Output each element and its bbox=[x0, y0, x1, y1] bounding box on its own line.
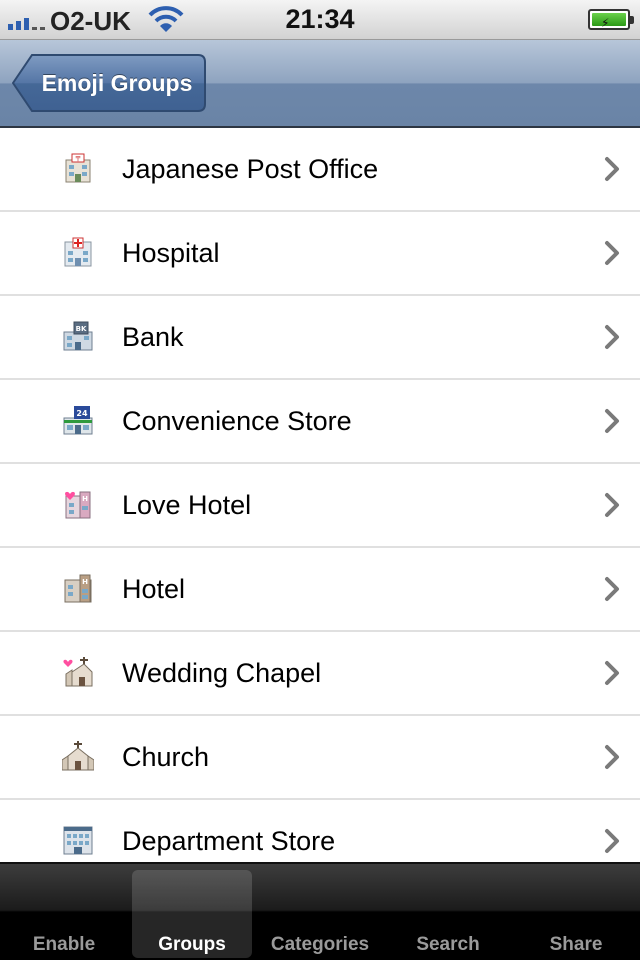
chevron-right-icon bbox=[605, 661, 619, 685]
tab-label: Share bbox=[549, 934, 603, 955]
tab-share[interactable]: Share bbox=[512, 864, 640, 960]
convenience-store-icon: 24 bbox=[63, 406, 93, 435]
list-item[interactable]: Wedding Chapel bbox=[0, 632, 640, 716]
svg-text:H: H bbox=[82, 495, 88, 503]
tab-label: Enable bbox=[32, 934, 96, 955]
tab-enable[interactable]: Enable bbox=[0, 864, 128, 960]
battery-icon: ⚡ bbox=[588, 9, 634, 30]
emoji-group-list: 〒 Japanese Post Office Hospital BK Bank bbox=[0, 128, 640, 862]
chevron-right-icon bbox=[605, 577, 619, 601]
wedding-chapel-icon bbox=[63, 657, 93, 687]
list-item[interactable]: H Love Hotel bbox=[0, 464, 640, 548]
chevron-right-icon bbox=[605, 157, 619, 181]
tab-search[interactable]: Search bbox=[384, 864, 512, 960]
svg-text:H: H bbox=[82, 578, 88, 586]
list-item[interactable]: Church bbox=[0, 716, 640, 800]
list-item[interactable]: Department Store bbox=[0, 800, 640, 862]
list-item[interactable]: Hospital bbox=[0, 212, 640, 296]
tab-bar: Enable Groups Categories Search Share bbox=[0, 862, 640, 960]
chevron-right-icon bbox=[605, 325, 619, 349]
svg-text:24: 24 bbox=[76, 409, 88, 418]
chevron-right-icon bbox=[605, 829, 619, 853]
list-item[interactable]: H Hotel bbox=[0, 548, 640, 632]
list-item[interactable]: 〒 Japanese Post Office bbox=[0, 128, 640, 212]
back-button-label: Emoji Groups bbox=[41, 69, 193, 96]
tab-label: Categories bbox=[270, 934, 370, 955]
tab-label: Groups bbox=[158, 934, 226, 955]
church-icon bbox=[62, 741, 94, 771]
list-item-label: Wedding Chapel bbox=[122, 657, 322, 688]
chevron-right-icon bbox=[605, 493, 619, 517]
hotel-icon: H bbox=[64, 574, 92, 603]
back-button[interactable]: Emoji Groups bbox=[12, 54, 206, 112]
list-item-label: Bank bbox=[122, 321, 184, 352]
love-hotel-icon: H bbox=[65, 491, 91, 519]
tab-groups[interactable]: Groups bbox=[128, 864, 256, 960]
tab-categories[interactable]: Categories bbox=[256, 864, 384, 960]
bank-icon: BK bbox=[63, 321, 93, 351]
chevron-right-icon bbox=[605, 409, 619, 433]
chevron-right-icon bbox=[605, 241, 619, 265]
list-item-label: Department Store bbox=[122, 825, 336, 856]
svg-text:BK: BK bbox=[76, 325, 87, 333]
japanese-post-office-icon: 〒 bbox=[65, 153, 91, 183]
list-item-label: Love Hotel bbox=[122, 489, 252, 520]
navigation-bar: Emoji Groups bbox=[0, 40, 640, 128]
tab-label: Search bbox=[416, 934, 480, 955]
list-item-label: Japanese Post Office bbox=[122, 153, 379, 184]
status-bar: O2-UK 21:34 ⚡ bbox=[0, 0, 640, 40]
svg-text:〒: 〒 bbox=[75, 155, 82, 163]
chevron-right-icon bbox=[605, 745, 619, 769]
list-item[interactable]: 24 Convenience Store bbox=[0, 380, 640, 464]
list-item-label: Convenience Store bbox=[122, 405, 352, 436]
list-item-label: Hotel bbox=[122, 573, 186, 604]
hospital-icon bbox=[64, 237, 92, 267]
list-item-label: Church bbox=[122, 741, 210, 772]
list-item[interactable]: BK Bank bbox=[0, 296, 640, 380]
status-time: 21:34 bbox=[285, 4, 355, 34]
department-store-icon bbox=[63, 826, 93, 855]
list-item-label: Hospital bbox=[122, 237, 220, 268]
